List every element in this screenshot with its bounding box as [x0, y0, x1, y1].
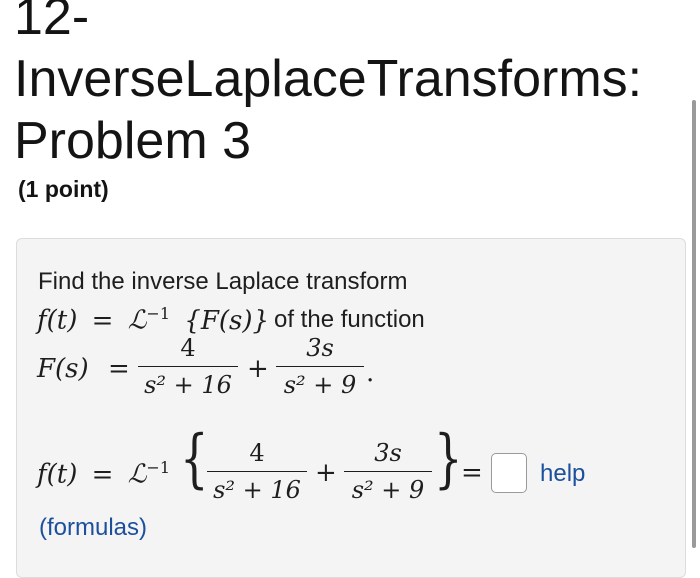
- fraction-2-denominator: s² + 9: [283, 371, 357, 399]
- intro-text: Find the inverse Laplace transform: [38, 268, 408, 295]
- left-brace: {: [180, 422, 209, 496]
- answer-plus-sign: +: [315, 458, 337, 488]
- title-line-1: 12-: [14, 0, 90, 46]
- equals-sign: =: [108, 354, 130, 384]
- answer-fraction-2: 3s s² + 9: [344, 438, 432, 505]
- fraction-2-numerator: 3s: [306, 334, 334, 362]
- definition-expression: f(t) = ℒ−1 {F(s)}: [37, 304, 270, 336]
- fraction-1-denominator: s² + 16: [144, 371, 232, 399]
- scrollbar[interactable]: [692, 100, 696, 548]
- title-line-2: InverseLaplaceTransforms:: [14, 50, 643, 108]
- problem-title: 12- InverseLaplaceTransforms: Problem 3: [14, 0, 642, 172]
- title-line-3: Problem 3: [14, 112, 251, 170]
- answer-input[interactable]: [491, 453, 527, 493]
- F-s-label: F(s): [37, 354, 89, 384]
- fraction-2: 3s s² + 9: [276, 333, 364, 400]
- fraction-1: 4 s² + 16: [138, 333, 238, 400]
- plus-sign: +: [247, 354, 269, 384]
- of-the-function-text: of the function: [274, 306, 425, 333]
- formulas-link[interactable]: (formulas): [39, 514, 147, 542]
- answer-fraction-1: 4 s² + 16: [207, 438, 307, 505]
- fraction-1-numerator: 4: [180, 334, 196, 362]
- period: .: [366, 358, 375, 388]
- points-label: (1 point): [18, 176, 109, 202]
- answer-lhs: f(t) = ℒ−1: [37, 458, 171, 490]
- right-brace: }: [434, 422, 463, 496]
- help-link[interactable]: help: [540, 460, 585, 488]
- answer-equals-sign: =: [461, 458, 483, 488]
